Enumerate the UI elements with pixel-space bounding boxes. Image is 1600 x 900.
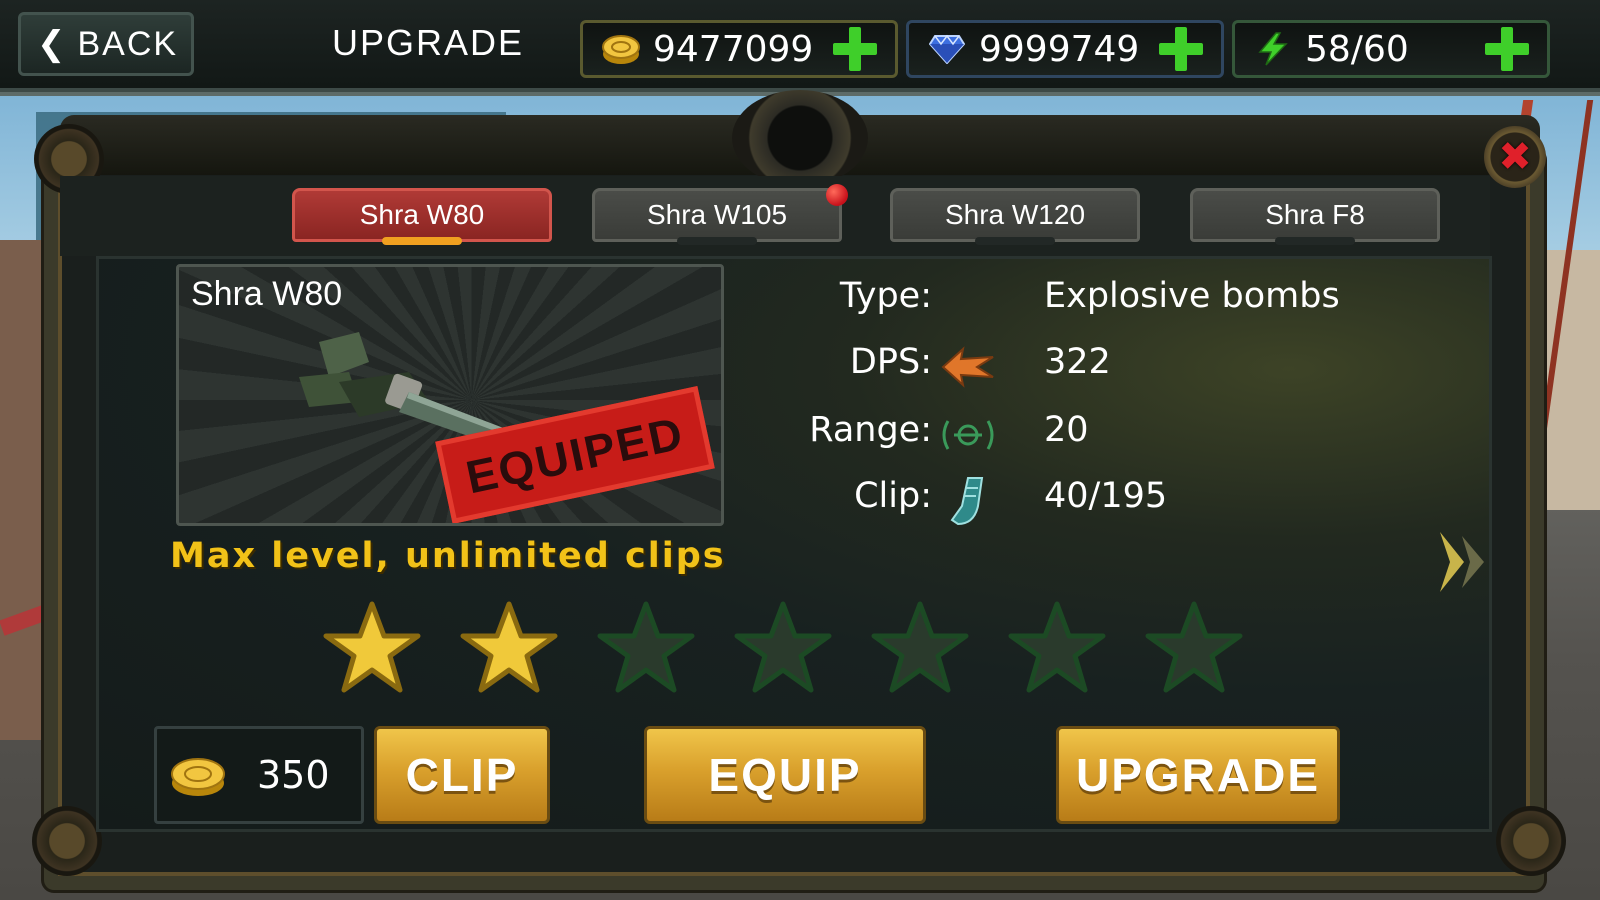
frame-corner-ornament [1496,806,1566,876]
energy-amount: 58/60 [1305,28,1409,70]
gold-amount: 9477099 [653,28,814,70]
upgrade-button[interactable]: UPGRADE [1056,726,1340,824]
clip-cost-display: 350 [154,726,364,824]
energy-bolt-icon [1251,27,1295,71]
frame-ornament [732,90,868,186]
stat-value: Explosive bombs [1044,276,1340,316]
gold-coin-icon [599,27,643,71]
next-weapon-arrow[interactable] [1436,530,1496,594]
tab-shra-w105[interactable]: Shra W105 [592,188,842,245]
star-empty-icon [734,601,832,693]
buy-clip-label: CLIP [405,749,519,801]
clip-cost-amount: 350 [257,753,330,797]
tab-indicator [677,237,757,245]
add-gems-button[interactable] [1159,27,1203,71]
chevron-left-icon: ❮ [37,24,66,64]
energy-display: 58/60 [1232,20,1550,78]
star-filled-icon [460,601,558,693]
diamond-icon [925,27,969,71]
tab-indicator [975,237,1055,245]
close-button[interactable]: ✖ [1484,126,1546,188]
star-empty-icon [1145,601,1243,693]
add-gold-button[interactable] [833,27,877,71]
back-button-label: BACK [77,24,179,63]
stat-label: Type: [839,276,932,316]
back-button[interactable]: ❮ BACK [18,12,194,76]
screen-title: UPGRADE [332,22,525,63]
weapon-tabs: Shra W80 Shra W105 Shra W120 Shra F8 [60,176,1490,256]
tab-label: Shra W105 [646,199,788,230]
frame-corner-ornament [32,806,102,876]
star-empty-icon [1008,601,1106,693]
weapon-name: Shra W80 [191,275,343,313]
stat-value: 20 [1044,410,1089,450]
stat-label: Clip: [854,476,932,516]
stat-value: 40/195 [1044,476,1168,516]
notification-dot-icon [826,184,848,206]
star-empty-icon [871,601,969,693]
tab-indicator [382,237,462,245]
stat-label: DPS: [849,342,932,382]
star-empty-icon [597,601,695,693]
tab-indicator [1275,237,1355,245]
close-icon: ✖ [1498,134,1532,180]
weapon-preview: Shra W80 EQUIPED [176,264,724,526]
gold-currency-display: 9477099 [580,20,898,78]
equip-button[interactable]: EQUIP [644,726,926,824]
stat-label: Range: [809,410,932,450]
star-filled-icon [323,601,421,693]
range-target-icon [940,412,996,458]
dps-arrow-icon [940,344,996,390]
ammo-clip-icon [940,477,996,526]
tab-shra-f8[interactable]: Shra F8 [1190,188,1440,245]
tab-label: Shra F8 [1265,199,1365,230]
upgrade-level-stars [320,600,1280,693]
equip-label: EQUIP [708,749,862,801]
stat-row-clip: Clip: 40/195 [790,476,1430,526]
stat-row-range: Range: 20 [790,410,1430,460]
stat-row-type: Type: Explosive bombs [790,276,1430,326]
tab-label: Shra W80 [359,199,485,230]
tab-shra-w80[interactable]: Shra W80 [292,188,552,245]
top-bar: ❮ BACK UPGRADE 9477099 9999749 58/60 [0,0,1600,96]
tab-shra-w120[interactable]: Shra W120 [890,188,1140,245]
upgrade-label: UPGRADE [1075,749,1321,801]
weapon-level-note: Max level, unlimited clips [170,536,726,576]
tab-label: Shra W120 [944,199,1086,230]
stat-row-dps: DPS: 322 [790,342,1430,392]
stat-value: 322 [1044,342,1111,382]
gold-coin-icon [171,758,225,796]
buy-clip-button[interactable]: CLIP [374,726,550,824]
add-energy-button[interactable] [1485,27,1529,71]
gem-amount: 9999749 [979,28,1140,70]
gem-currency-display: 9999749 [906,20,1224,78]
